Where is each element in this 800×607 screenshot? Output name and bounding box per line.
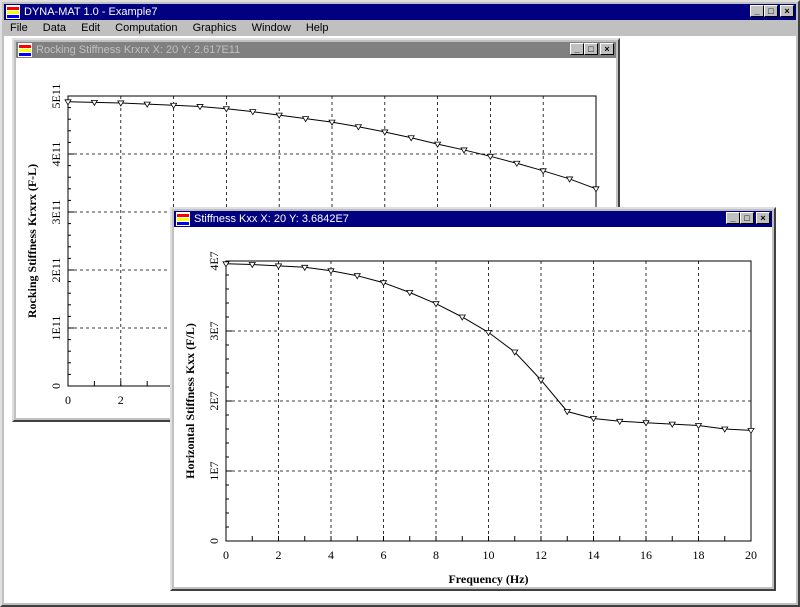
x-axis-label: Frequency (Hz) xyxy=(448,572,528,586)
chart-window-icon xyxy=(176,212,190,226)
y-tick-label: 1E7 xyxy=(207,461,221,480)
horizontal-chart: 0 2 4 6 8 10 12 14 16 18 20 0 1E7 2E7 3E7 4E7 Horizontal… xyxy=(183,251,757,586)
minimize-button[interactable]: _ xyxy=(750,5,764,17)
menu-window[interactable]: Window xyxy=(246,20,297,36)
x-tick-label: 8 xyxy=(433,548,439,562)
x-tick-label: 4 xyxy=(328,548,334,562)
chart-window-icon xyxy=(18,43,32,57)
x-tick-label: 2 xyxy=(276,548,282,562)
x-tick-label: 10 xyxy=(483,548,495,562)
x-tick-label: 16 xyxy=(640,548,652,562)
app-title: DYNA-MAT 1.0 - Example7 xyxy=(24,6,158,18)
horizontal-maximize-button[interactable]: □ xyxy=(740,212,754,224)
horizontal-plot-area: 0 2 4 6 8 10 12 14 16 18 20 0 1E7 2E7 3E7 4E7 Horizontal… xyxy=(174,227,772,587)
rocking-window-title: Rocking Stiffness Krxrx X: 20 Y: 2.617E1… xyxy=(36,44,241,56)
menu-data[interactable]: Data xyxy=(37,20,72,36)
rocking-titlebar[interactable]: Rocking Stiffness Krxrx X: 20 Y: 2.617E1… xyxy=(16,42,616,58)
y-tick-label: 4E11 xyxy=(49,142,63,167)
x-tick-label: 0 xyxy=(223,548,229,562)
menu-computation[interactable]: Computation xyxy=(109,20,183,36)
horizontal-minimize-button[interactable]: _ xyxy=(726,212,740,224)
rocking-minimize-button[interactable]: _ xyxy=(570,43,584,55)
data-point-marker xyxy=(484,330,493,337)
y-tick-label: 5E11 xyxy=(49,84,63,109)
data-point-marker xyxy=(747,427,755,435)
menu-edit[interactable]: Edit xyxy=(75,20,106,36)
x-tick-label: 20 xyxy=(745,548,757,562)
x-tick-label: 6 xyxy=(381,548,387,562)
x-tick-label: 14 xyxy=(588,548,600,562)
y-axis-label: Horizontal Stiffness Kxx (F/L) xyxy=(183,323,197,479)
main-titlebar[interactable]: DYNA-MAT 1.0 - Example7 _ □ × xyxy=(4,4,796,20)
menu-bar: File Data Edit Computation Graphics Wind… xyxy=(4,20,796,36)
y-tick-label: 3E7 xyxy=(207,321,221,340)
horizontal-window-title: Stiffness Kxx X: 20 Y: 3.6842E7 xyxy=(194,213,349,225)
x-tick-label: 0 xyxy=(65,393,71,407)
data-point-marker xyxy=(432,301,440,308)
x-tick-label: 2 xyxy=(118,393,124,407)
y-tick-label: 2E11 xyxy=(49,258,63,283)
y-tick-label: 4E7 xyxy=(207,251,221,270)
x-tick-label: 12 xyxy=(535,548,547,562)
menu-help[interactable]: Help xyxy=(300,20,335,36)
horizontal-titlebar[interactable]: Stiffness Kxx X: 20 Y: 3.6842E7 _ □ × xyxy=(174,211,772,227)
y-tick-label: 0 xyxy=(207,538,221,544)
x-tick-label: 18 xyxy=(693,548,705,562)
y-tick-label: 2E7 xyxy=(207,391,221,410)
data-point-marker xyxy=(592,186,600,193)
horizontal-close-button[interactable]: × xyxy=(756,212,770,224)
rocking-maximize-button[interactable]: □ xyxy=(584,43,598,55)
y-tick-label: 0 xyxy=(49,383,63,389)
y-tick-label: 3E11 xyxy=(49,200,63,225)
y-axis-label: Rocking Stiffness Krxrx (F-L) xyxy=(25,164,39,318)
app-icon xyxy=(6,5,20,19)
data-point-marker xyxy=(458,314,466,321)
y-tick-label: 1E11 xyxy=(49,316,63,341)
menu-graphics[interactable]: Graphics xyxy=(187,20,243,36)
maximize-button[interactable]: □ xyxy=(764,5,778,17)
close-button[interactable]: × xyxy=(780,5,794,17)
menu-file[interactable]: File xyxy=(4,20,34,36)
horizontal-window: Stiffness Kxx X: 20 Y: 3.6842E7 _ □ × 0 2… xyxy=(170,207,776,591)
rocking-close-button[interactable]: × xyxy=(600,43,614,55)
